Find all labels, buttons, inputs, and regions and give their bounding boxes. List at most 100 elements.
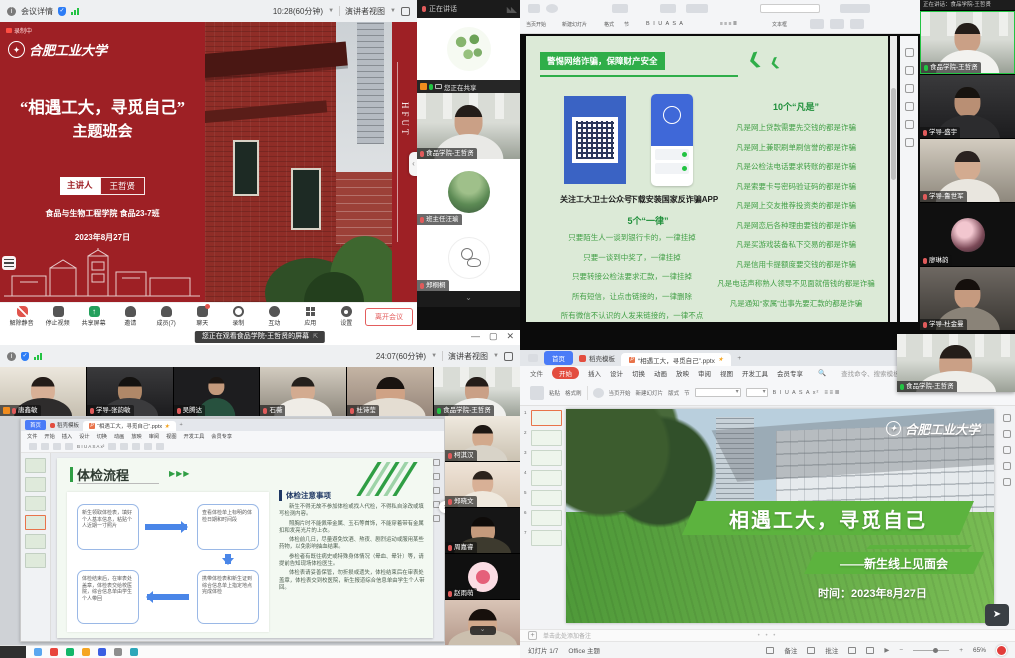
slide-thumbnail[interactable]: 7 xyxy=(524,530,562,546)
ribbon-label[interactable]: 新建幻灯片 xyxy=(636,389,664,397)
menu-item[interactable]: 动画 xyxy=(114,433,124,440)
slide-thumbnail[interactable] xyxy=(25,553,46,568)
menu-item[interactable]: 切换 xyxy=(632,368,645,378)
ribbon-label[interactable]: 新建幻灯片 xyxy=(562,21,587,28)
strip-collapse-chevron[interactable]: ⌄ xyxy=(470,626,496,635)
slide-thumbnail[interactable] xyxy=(25,515,46,530)
hamburger-menu-icon[interactable] xyxy=(2,256,16,270)
notes-placeholder[interactable]: 单击此处添加备注 xyxy=(543,631,591,640)
side-tool-icon[interactable] xyxy=(905,48,914,57)
menu-item[interactable]: 审阅 xyxy=(149,433,159,440)
participant-tile[interactable]: 学导-张韵敏 xyxy=(87,367,173,416)
slideshow-button[interactable]: ➤ xyxy=(985,604,1009,626)
participant-tile[interactable]: 柯淇汉 xyxy=(445,416,520,461)
taskbar-app-icon[interactable] xyxy=(98,648,106,656)
side-tool-icon[interactable] xyxy=(905,66,914,75)
stop-video-button[interactable]: 停止视频 xyxy=(40,306,76,327)
side-tool-icon[interactable] xyxy=(905,84,914,93)
view-caret-icon[interactable]: ▼ xyxy=(493,353,499,359)
side-tool-icon[interactable] xyxy=(433,459,440,466)
star-icon[interactable]: ★ xyxy=(164,423,169,430)
ribbon-label[interactable]: 格式刷 xyxy=(565,389,582,397)
slide-thumbnail[interactable] xyxy=(25,477,46,492)
ribbon-label[interactable]: 节 xyxy=(624,21,629,28)
security-shield-icon[interactable]: ✓ xyxy=(58,7,66,16)
alignment-icons[interactable]: ≡ ≡ ≣ xyxy=(824,389,839,396)
notes-toggle-icon[interactable] xyxy=(766,647,774,654)
menu-item[interactable]: 会员专享 xyxy=(777,368,803,378)
ribbon-icon[interactable] xyxy=(108,443,116,450)
timer-caret-icon[interactable]: ▼ xyxy=(328,8,334,14)
settings-button[interactable]: 设置 xyxy=(328,306,364,327)
interact-button[interactable]: 互动 xyxy=(256,306,292,327)
font-size-selector[interactable] xyxy=(746,388,768,397)
font-style-glyphs[interactable]: B I U A S A x² xyxy=(77,444,104,449)
menu-item[interactable]: 开始 xyxy=(44,433,54,440)
window-icon[interactable] xyxy=(528,354,538,362)
floating-self-video[interactable]: 食品学院-王哲贤 xyxy=(897,334,1015,392)
side-tool-icon[interactable] xyxy=(1003,462,1011,470)
panel-collapse-chevron[interactable]: ⌄ xyxy=(417,291,520,307)
minimize-button[interactable]: — xyxy=(471,331,480,342)
ribbon-icon[interactable] xyxy=(41,443,49,450)
zoom-slider[interactable] xyxy=(913,650,949,651)
normal-view-icon[interactable] xyxy=(848,647,856,654)
view-caret-icon[interactable]: ▼ xyxy=(390,8,396,14)
participant-tile[interactable]: 食品学院-王哲贤 xyxy=(434,367,520,416)
ribbon-label[interactable]: 版式 xyxy=(668,389,679,397)
ribbon-icon[interactable] xyxy=(528,4,540,13)
participant-tile[interactable]: 石薇 xyxy=(260,367,346,416)
alignment-icons[interactable]: ≡ ≡ ≡ ≣ xyxy=(720,21,737,27)
menu-item[interactable]: 设计 xyxy=(79,433,89,440)
play-view-icon[interactable]: ▶ xyxy=(884,646,889,654)
zoom-in-button[interactable]: + xyxy=(959,647,963,654)
comments-toggle-icon[interactable] xyxy=(807,647,815,654)
ribbon-label[interactable]: 当页开始 xyxy=(609,389,631,397)
menu-item[interactable]: 放映 xyxy=(131,433,141,440)
menu-item[interactable]: 会员专享 xyxy=(211,433,232,440)
ribbon-label[interactable]: 粘贴 xyxy=(549,389,560,397)
star-icon[interactable]: ★ xyxy=(718,356,723,363)
ribbon-icon[interactable] xyxy=(840,4,870,13)
record-button[interactable]: 录制 xyxy=(220,306,256,327)
tab-template[interactable]: 稻壳模板 xyxy=(50,421,79,429)
meeting-detail-label[interactable]: 会议详情 xyxy=(21,6,53,17)
add-note-button[interactable]: + xyxy=(528,631,537,640)
search-placeholder[interactable]: 查找命令、搜索模板 xyxy=(841,368,900,378)
slide-thumbnail[interactable] xyxy=(25,458,46,473)
leave-meeting-button[interactable]: 离开会议 xyxy=(365,308,413,326)
participant-tile[interactable]: 学导-杜金曼 xyxy=(920,267,1015,330)
taskbar-app-icon[interactable] xyxy=(82,648,90,656)
meeting-info-icon[interactable]: i xyxy=(7,352,16,361)
participant-tile[interactable] xyxy=(417,18,520,80)
ribbon-label[interactable]: 格式 xyxy=(604,21,614,28)
invite-button[interactable]: 邀请 xyxy=(112,306,148,327)
close-button[interactable]: ✕ xyxy=(506,331,514,342)
menu-start[interactable]: 开始 xyxy=(552,367,579,379)
side-tool-icon[interactable] xyxy=(1003,430,1011,438)
search-hint[interactable]: 🔍 xyxy=(818,369,826,377)
title-slide-canvas[interactable]: 相遇工大，寻觅自己 ——新生线上见面会 时间：2023年8月27日 ✦ 合肥工业… xyxy=(566,409,994,623)
font-style-glyphs[interactable]: B I U A S A x² xyxy=(773,390,820,396)
sorter-view-icon[interactable] xyxy=(866,647,874,654)
ribbon-icon[interactable] xyxy=(850,19,864,29)
ribbon-label[interactable]: 文本框 xyxy=(772,21,787,28)
ribbon-icon[interactable] xyxy=(132,443,140,450)
ribbon-icon[interactable] xyxy=(53,443,61,450)
menu-item[interactable]: 插入 xyxy=(62,433,72,440)
slide-thumbnail[interactable]: 5 xyxy=(524,490,562,506)
slide-thumbnail[interactable]: 4 xyxy=(524,470,562,486)
menu-file[interactable]: 文件 xyxy=(530,368,543,378)
menu-item[interactable]: 文件 xyxy=(27,433,37,440)
participant-tile[interactable]: 周嘉睿 xyxy=(445,508,520,553)
menu-item[interactable]: 放映 xyxy=(676,368,689,378)
ribbon-label[interactable]: 当页开始 xyxy=(526,21,546,28)
participant-tile[interactable]: 食品学院-王哲贤 xyxy=(920,11,1015,74)
share-screen-button[interactable]: 共享屏幕 xyxy=(76,306,112,327)
security-shield-icon[interactable]: ✓ xyxy=(21,352,29,361)
fullscreen-icon[interactable] xyxy=(401,7,410,16)
side-tool-icon[interactable] xyxy=(1003,478,1011,486)
participant-tile[interactable]: 唐鑫敏 xyxy=(0,367,86,416)
side-tool-icon[interactable] xyxy=(905,138,914,147)
font-family-selector[interactable] xyxy=(695,388,741,397)
